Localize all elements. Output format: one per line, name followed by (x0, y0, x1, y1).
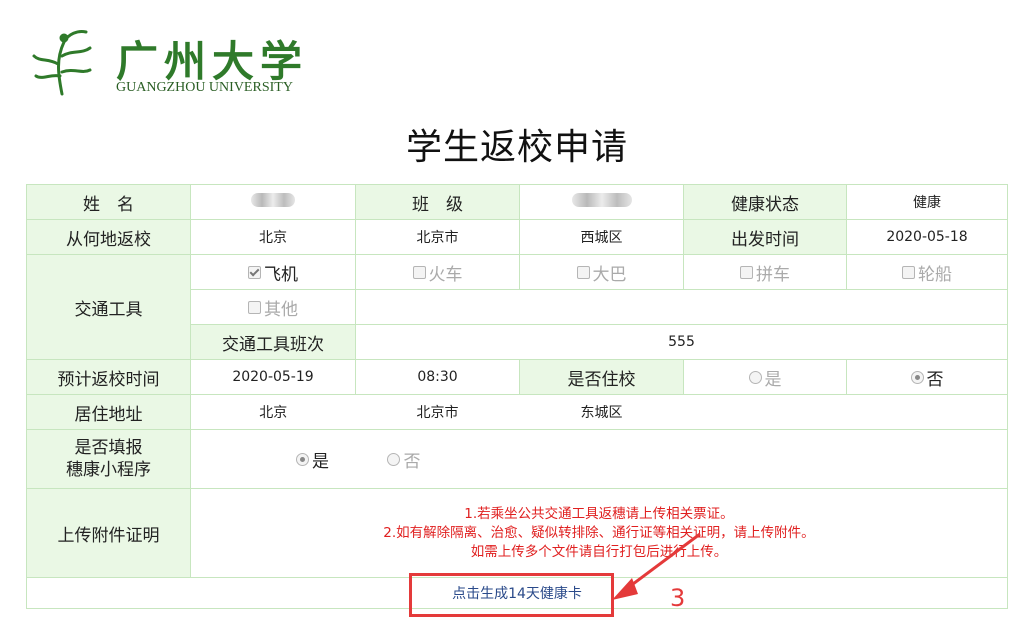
radio-on-campus-yes[interactable] (748, 370, 762, 384)
transport-option-plane[interactable]: 飞机 (190, 254, 356, 290)
name-label: 姓 名 (26, 184, 191, 220)
redacted-class (571, 193, 632, 207)
depart-time-label: 出发时间 (683, 219, 847, 255)
checkbox-ship[interactable] (902, 265, 915, 279)
return-date[interactable]: 2020-05-19 (190, 359, 356, 395)
transport-number-value[interactable]: 555 (355, 324, 1008, 360)
return-application-form: 姓 名 班 级 健康状态 健康 从何地返校 北京 北京市 西城区 出发时间 20… (26, 184, 1008, 609)
origin-city[interactable]: 北京市 (355, 219, 520, 255)
transport-number-label: 交通工具班次 (190, 324, 356, 360)
miniapp-label-line1: 是否填报 (74, 438, 143, 458)
miniapp-yes[interactable]: 是 (296, 447, 329, 472)
checkbox-carpool[interactable] (740, 265, 753, 279)
form-row-origin: 从何地返校 北京 北京市 西城区 出发时间 2020-05-18 (26, 219, 1008, 255)
class-value (519, 184, 684, 220)
transport-option-label: 火车 (428, 264, 463, 285)
note-line: 1.若乘坐公共交通工具返穗请上传相关票证。 (464, 505, 734, 522)
transport-option-label: 飞机 (264, 264, 298, 285)
radio-on-campus-no[interactable] (910, 370, 924, 384)
transport-option-other[interactable]: 其他 (190, 289, 356, 325)
return-time-label: 预计返校时间 (26, 359, 191, 395)
form-row-name: 姓 名 班 级 健康状态 健康 (26, 184, 1008, 220)
on-campus-label: 是否住校 (519, 359, 684, 395)
checkbox-plane[interactable] (248, 265, 261, 279)
page-title: 学生返校申请 (405, 127, 628, 168)
return-time[interactable]: 08:30 (355, 359, 520, 395)
transport-option-carpool[interactable]: 拼车 (683, 254, 847, 290)
form-row-attachment: 上传附件证明 1.若乘坐公共交通工具返穗请上传相关票证。 2.如有解除隔离、治愈… (26, 488, 1008, 578)
form-row-miniapp: 是否填报 穗康小程序 是 否 (26, 429, 1008, 489)
on-campus-yes[interactable]: 是 (683, 359, 847, 395)
highlight-box (409, 573, 614, 617)
university-emblem-icon (32, 30, 92, 96)
origin-label: 从何地返校 (26, 219, 191, 255)
form-row-transport: 交通工具 飞机 火车 大巴 拼车 轮船 (26, 254, 1008, 360)
transport-option-label: 轮船 (918, 264, 952, 285)
radio-label: 否 (926, 369, 944, 390)
health-value: 健康 (846, 184, 1008, 220)
depart-date[interactable]: 2020-05-18 (846, 219, 1008, 255)
form-row-return-time: 预计返校时间 2020-05-19 08:30 是否住校 是 否 (26, 359, 1008, 395)
radio-label: 否 (403, 451, 421, 472)
origin-province[interactable]: 北京 (190, 219, 356, 255)
radio-label: 是 (764, 369, 782, 390)
on-campus-no[interactable]: 否 (846, 359, 1008, 395)
logo-name-en: GUANGZHOU UNIVERSITY (116, 80, 293, 95)
health-label: 健康状态 (683, 184, 847, 220)
attachment-label: 上传附件证明 (26, 488, 191, 578)
university-logo: 广州大学 GUANGZHOU UNIVERSITY (28, 24, 318, 100)
checkbox-train[interactable] (412, 265, 426, 279)
transport-option-label: 其他 (264, 299, 298, 320)
radio-miniapp-yes[interactable] (296, 452, 309, 466)
transport-option-train[interactable]: 火车 (355, 254, 520, 290)
miniapp-options: 是 否 (190, 429, 1008, 489)
miniapp-no[interactable]: 否 (387, 447, 420, 472)
attachment-notes[interactable]: 1.若乘坐公共交通工具返穗请上传相关票证。 2.如有解除隔离、治愈、疑似转排除、… (190, 488, 1008, 578)
address-city[interactable]: 北京市 (355, 394, 520, 430)
annotation-step-number: 3 (670, 584, 686, 612)
address-province[interactable]: 北京 (190, 394, 356, 430)
transport-option-label: 大巴 (592, 264, 627, 285)
address-district[interactable]: 东城区 (519, 394, 684, 430)
name-value (190, 184, 356, 220)
transport-option-ship[interactable]: 轮船 (846, 254, 1008, 290)
radio-miniapp-no[interactable] (387, 452, 401, 466)
redacted-name (251, 193, 295, 207)
transport-label: 交通工具 (26, 254, 191, 360)
origin-district[interactable]: 西城区 (519, 219, 684, 255)
address-label: 居住地址 (26, 394, 191, 430)
note-line: 2.如有解除隔离、治愈、疑似转排除、通行证等相关证明，请上传附件。 (383, 524, 815, 541)
radio-label: 是 (312, 451, 329, 472)
address-empty (683, 394, 1008, 430)
checkbox-other[interactable] (248, 300, 261, 314)
form-row-address: 居住地址 北京 北京市 东城区 (26, 394, 1008, 430)
miniapp-label: 是否填报 穗康小程序 (26, 429, 191, 489)
transport-empty-cell (355, 289, 1008, 325)
checkbox-bus[interactable] (576, 265, 590, 279)
class-label: 班 级 (355, 184, 520, 220)
transport-option-bus[interactable]: 大巴 (519, 254, 684, 290)
miniapp-label-line2: 穗康小程序 (66, 460, 151, 480)
note-line: 如需上传多个文件请自行打包后进行上传。 (470, 543, 728, 560)
transport-option-label: 拼车 (756, 264, 790, 285)
